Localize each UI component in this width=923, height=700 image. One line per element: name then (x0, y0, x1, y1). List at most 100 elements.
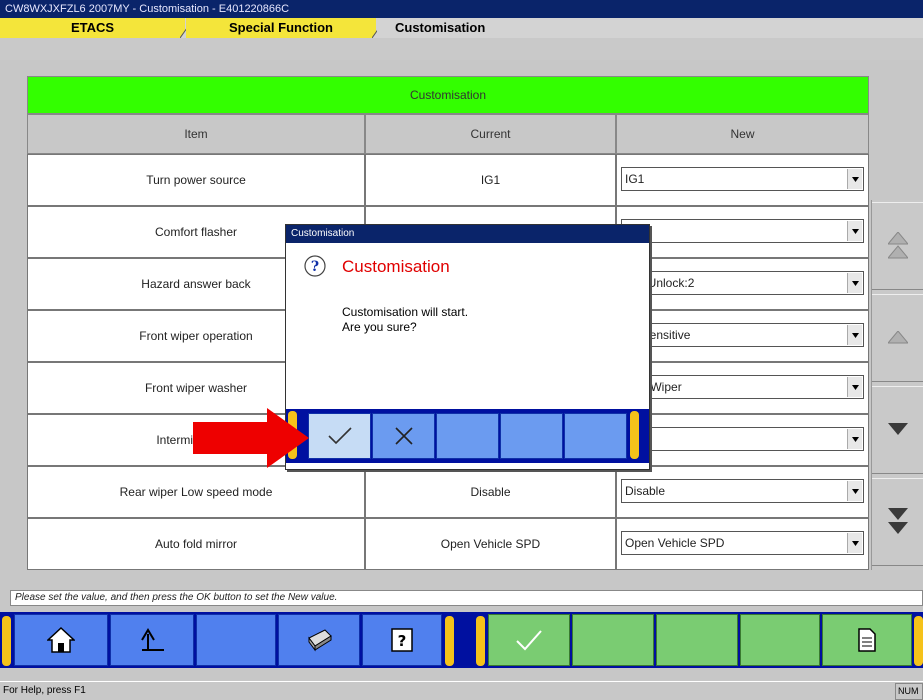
tab-etacs[interactable]: ETACS (0, 18, 185, 38)
new-cell (616, 414, 869, 466)
toolbar-edge (914, 616, 923, 666)
new-cell: ble (616, 206, 869, 258)
red-pointer-arrow-icon (193, 408, 309, 468)
dialog-button-bar (286, 409, 649, 463)
new-cell: her&Wiper (616, 362, 869, 414)
dialog-button-empty[interactable] (436, 413, 499, 459)
item-cell: Auto fold mirror (27, 518, 365, 570)
bottom-toolbar: ? (0, 612, 923, 668)
dropdown-arrow-icon[interactable] (847, 429, 862, 449)
window-title-bar: CW8WXJXFZL6 2007MY - Customisation - E40… (0, 0, 923, 18)
current-cell: Open Vehicle SPD (365, 518, 616, 570)
toolbar-button-empty[interactable] (656, 614, 738, 666)
dropdown-value: Disable (625, 484, 666, 498)
new-cell: ed Sensitive (616, 310, 869, 362)
svg-text:?: ? (398, 632, 407, 650)
page-up-button[interactable] (872, 202, 923, 290)
dialog-ok-button[interactable] (308, 413, 371, 459)
column-header-item: Item (27, 114, 365, 154)
cross-icon (394, 427, 413, 445)
toolbar-edge (2, 616, 11, 666)
dropdown-arrow-icon[interactable] (847, 325, 862, 345)
current-cell: IG1 (365, 154, 616, 206)
dropdown-arrow-icon[interactable] (847, 533, 862, 553)
toolbar-edge (630, 411, 639, 459)
dialog-message: Customisation will start. Are you sure? (342, 305, 468, 335)
new-value-dropdown[interactable]: Disable (621, 479, 864, 503)
back-arrow-icon (141, 628, 164, 651)
item-cell: Rear wiper Low speed mode (27, 466, 365, 518)
dropdown-arrow-icon[interactable] (847, 481, 862, 501)
back-button[interactable] (110, 614, 194, 666)
scroll-down-button[interactable] (872, 386, 923, 474)
scroll-up-button[interactable] (872, 294, 923, 382)
scroll-panel (871, 200, 923, 570)
dialog-message-line: Are you sure? (342, 320, 417, 334)
new-value-dropdown[interactable]: Open Vehicle SPD (621, 531, 864, 555)
table-row: Auto fold mirror Open Vehicle SPD Open V… (27, 518, 869, 570)
document-button[interactable] (822, 614, 912, 666)
page-down-button[interactable] (872, 478, 923, 566)
svg-text:?: ? (311, 259, 319, 275)
tab-customisation[interactable]: Customisation (377, 18, 923, 38)
toolbar-button-empty[interactable] (740, 614, 820, 666)
dropdown-arrow-icon[interactable] (847, 169, 862, 189)
document-icon (858, 628, 876, 652)
tab-special-function[interactable]: Special Function (186, 18, 376, 38)
toolbar-button-empty[interactable] (196, 614, 276, 666)
dialog-cancel-button[interactable] (372, 413, 435, 459)
new-value-dropdown[interactable]: IG1 (621, 167, 864, 191)
print-button[interactable] (278, 614, 360, 666)
num-lock-indicator: NUM (895, 683, 923, 700)
new-value-dropdown[interactable]: k:1, Unlock:2 (621, 271, 864, 295)
help-status-text: For Help, press F1 (3, 685, 86, 696)
confirmation-dialog: Customisation ? Customisation Customisat… (285, 224, 650, 470)
home-button[interactable] (14, 614, 108, 666)
dropdown-arrow-icon[interactable] (847, 273, 862, 293)
dialog-heading: Customisation (342, 257, 450, 276)
dialog-title-bar: Customisation (286, 225, 649, 243)
new-cell: IG1 (616, 154, 869, 206)
dropdown-arrow-icon[interactable] (847, 221, 862, 241)
dropdown-value: Open Vehicle SPD (625, 536, 725, 550)
double-down-arrow-icon (888, 508, 908, 534)
new-cell: Disable (616, 466, 869, 518)
dialog-button-empty[interactable] (564, 413, 627, 459)
new-value-dropdown[interactable]: ed Sensitive (621, 323, 864, 347)
window-title: CW8WXJXFZL6 2007MY - Customisation - E40… (5, 3, 290, 15)
checkmark-icon (327, 427, 352, 445)
new-cell: k:1, Unlock:2 (616, 258, 869, 310)
tab-bar: ETACS Special Function Customisation (0, 18, 923, 60)
home-icon (47, 626, 75, 653)
table-row: Turn power source IG1 IG1 (27, 154, 869, 206)
help-button[interactable]: ? (362, 614, 442, 666)
new-value-dropdown[interactable]: her&Wiper (621, 375, 864, 399)
tab-customisation-label: Customisation (395, 20, 486, 35)
ok-button[interactable] (488, 614, 570, 666)
new-value-dropdown[interactable] (621, 427, 864, 451)
new-cell: Open Vehicle SPD (616, 518, 869, 570)
question-icon: ? (304, 255, 326, 277)
dialog-message-line: Customisation will start. (342, 305, 469, 319)
down-arrow-icon (888, 423, 908, 435)
dialog-button-empty[interactable] (500, 413, 563, 459)
hint-text: Please set the value, and then press the… (10, 590, 923, 606)
item-cell: Turn power source (27, 154, 365, 206)
toolbar-button-empty[interactable] (572, 614, 654, 666)
column-header-current: Current (365, 114, 616, 154)
dropdown-value: IG1 (625, 172, 645, 186)
current-cell: Disable (365, 466, 616, 518)
checkmark-icon (516, 630, 542, 651)
table-title: Customisation (27, 76, 869, 114)
tab-special-function-label: Special Function (228, 20, 333, 35)
new-value-dropdown[interactable]: ble (621, 219, 864, 243)
double-up-arrow-icon (888, 232, 908, 259)
help-icon: ? (391, 628, 413, 652)
dropdown-arrow-icon[interactable] (847, 377, 862, 397)
column-header-new: New (616, 114, 869, 154)
toolbar-edge (445, 616, 454, 666)
printer-icon (308, 629, 332, 652)
tab-etacs-label: ETACS (70, 20, 115, 35)
table-row: Rear wiper Low speed mode Disable Disabl… (27, 466, 869, 518)
up-arrow-icon (888, 331, 908, 344)
